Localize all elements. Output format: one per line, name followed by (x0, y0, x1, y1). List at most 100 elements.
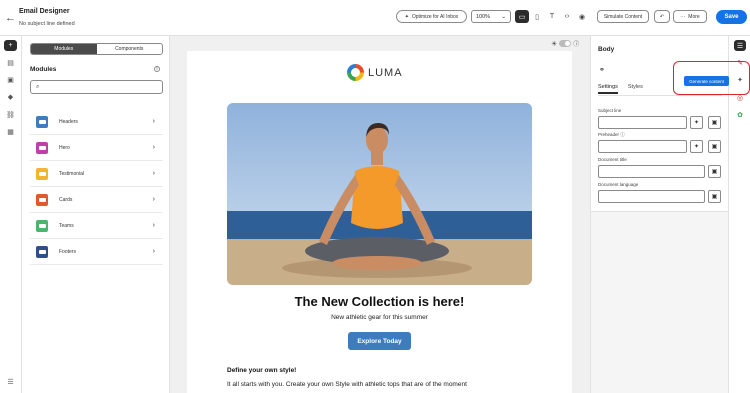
toggle-switch[interactable] (559, 40, 572, 47)
testimonial-icon (36, 167, 48, 180)
chevron-right-icon: › (152, 170, 155, 177)
zoom-value: 100% (476, 13, 491, 20)
yoga-photo (227, 103, 532, 285)
module-label: Teams (59, 222, 74, 229)
document-language-input[interactable] (598, 190, 705, 203)
assets-icon[interactable]: ▣ (4, 74, 17, 85)
settings-panel-icon[interactable]: ☰ (4, 376, 17, 387)
optimize-ai-inbox-button[interactable]: ✦ Optimize for AI Inbox (396, 10, 467, 23)
properties-icon[interactable]: ☰ (734, 40, 746, 51)
left-rail: + ▤ ▣ ◆ ⛓ ▦ ☰ (0, 36, 22, 393)
view-mode-group: ▭ ▯ T ‹› ◉ (515, 10, 589, 23)
theme-toggle[interactable]: ☀ ⓘ (551, 39, 579, 48)
desktop-view-icon[interactable]: ▭ (515, 10, 529, 23)
section-title[interactable]: Define your own style! (227, 367, 296, 374)
info-icon[interactable]: ⓘ (620, 132, 625, 137)
generate-wand-icon[interactable]: ✦ (690, 116, 703, 129)
search-icon: ⌕ (36, 83, 40, 90)
info-icon[interactable]: i (154, 66, 160, 72)
email-tagline[interactable]: New athletic gear for this summer (187, 314, 572, 321)
ai-assistant-icon[interactable]: ✿ (734, 109, 746, 120)
chevron-right-icon: › (152, 222, 155, 229)
list-item-testimonial[interactable]: Testimonial › (30, 161, 163, 187)
search-input[interactable]: ⌕ (30, 80, 163, 94)
page-title: Email Designer (19, 8, 70, 15)
explore-today-button[interactable]: Explore Today (348, 332, 411, 350)
properties-tabs: Settings Styles (598, 84, 643, 94)
list-item-hero[interactable]: Hero › (30, 135, 163, 161)
subject-line-label: Subject line (598, 108, 622, 113)
personalize-icon[interactable]: ▣ (708, 116, 721, 129)
preheader-label: Preheader ⓘ (598, 132, 625, 138)
section-body[interactable]: It all starts with you. Create your own … (227, 381, 467, 388)
properties-title: Body (598, 46, 615, 53)
simulate-label: Simulate Content (603, 13, 643, 20)
module-label: Cards (59, 196, 73, 203)
list-item-cards[interactable]: Cards › (30, 187, 163, 213)
simulate-content-button[interactable]: Simulate Content (597, 10, 649, 23)
module-label: Headers (59, 118, 78, 125)
fragments-icon[interactable]: ▦ (4, 126, 17, 137)
email-canvas: ☀ ⓘ LUMA The New Collection is here! New… (170, 36, 590, 393)
undo-button[interactable]: ↶ (654, 10, 670, 23)
chevron-right-icon: › (152, 144, 155, 151)
text-view-icon[interactable]: T (545, 10, 559, 23)
chevron-right-icon: › (152, 248, 155, 255)
generate-wand-icon[interactable]: ✦ (690, 140, 703, 153)
code-view-icon[interactable]: ‹› (560, 10, 574, 23)
brand-name: LUMA (368, 66, 403, 79)
chevron-right-icon: › (152, 118, 155, 125)
hero-image[interactable] (227, 103, 532, 285)
tab-settings[interactable]: Settings (598, 84, 618, 94)
preview-eye-icon[interactable]: ◉ (575, 10, 589, 23)
list-item-footers[interactable]: Footers › (30, 239, 163, 265)
preheader-label-text: Preheader (598, 132, 620, 137)
optimize-label: Optimize for AI Inbox (411, 13, 459, 20)
email-body[interactable]: LUMA The New Collection is here! New ath… (187, 51, 572, 393)
sun-icon: ☀ (551, 40, 558, 48)
tab-modules[interactable]: Modules (31, 44, 97, 54)
chevron-down-icon: ⌄ (501, 13, 506, 20)
personalize-icon[interactable]: ▣ (708, 165, 721, 178)
cards-icon (36, 193, 48, 206)
link-icon[interactable]: ⛓ (4, 109, 17, 120)
back-arrow-icon[interactable]: ← (5, 12, 16, 24)
tab-styles[interactable]: Styles (628, 84, 643, 94)
tab-components[interactable]: Components (97, 44, 163, 54)
document-title-input[interactable] (598, 165, 705, 178)
zoom-select[interactable]: 100% ⌄ (471, 10, 511, 23)
magic-wand-icon: ✦ (404, 13, 409, 20)
email-headline[interactable]: The New Collection is here! (187, 294, 572, 309)
highlight-annotation (673, 61, 750, 95)
personalize-icon[interactable]: ▣ (708, 190, 721, 203)
module-label: Hero (59, 144, 70, 151)
teams-icon (36, 219, 48, 232)
layers-icon[interactable]: ◆ (4, 91, 17, 102)
personalize-icon[interactable]: ▣ (708, 140, 721, 153)
subject-line-input[interactable] (598, 116, 687, 129)
add-icon[interactable]: + (4, 40, 17, 51)
app-header: ← Email Designer No subject line defined… (0, 0, 750, 36)
more-label: More (688, 13, 700, 20)
hero-icon (36, 141, 48, 154)
document-title-label: Document title (598, 157, 627, 162)
body-structure-icon: ⚭ (599, 67, 605, 74)
layout-icon[interactable]: ▤ (4, 57, 17, 68)
mobile-view-icon[interactable]: ▯ (530, 10, 544, 23)
headers-icon (36, 115, 48, 128)
save-button[interactable]: Save (716, 10, 747, 24)
info-icon[interactable]: ⓘ (573, 39, 579, 48)
more-dots-icon: ⋯ (680, 13, 686, 20)
properties-empty-area (591, 211, 729, 393)
document-language-label: Document language (598, 182, 639, 187)
list-item-teams[interactable]: Teams › (30, 213, 163, 239)
modules-title: Modules (30, 66, 57, 73)
list-item-headers[interactable]: Headers › (30, 109, 163, 135)
modules-panel: Modules Components Modules i ⌕ Headers ›… (22, 36, 170, 393)
modules-components-switch: Modules Components (30, 43, 163, 55)
footers-icon (36, 245, 48, 258)
preheader-input[interactable] (598, 140, 687, 153)
more-button[interactable]: ⋯ More (673, 10, 707, 23)
brand-logo[interactable]: LUMA (347, 64, 403, 81)
module-label: Testimonial (59, 170, 85, 177)
